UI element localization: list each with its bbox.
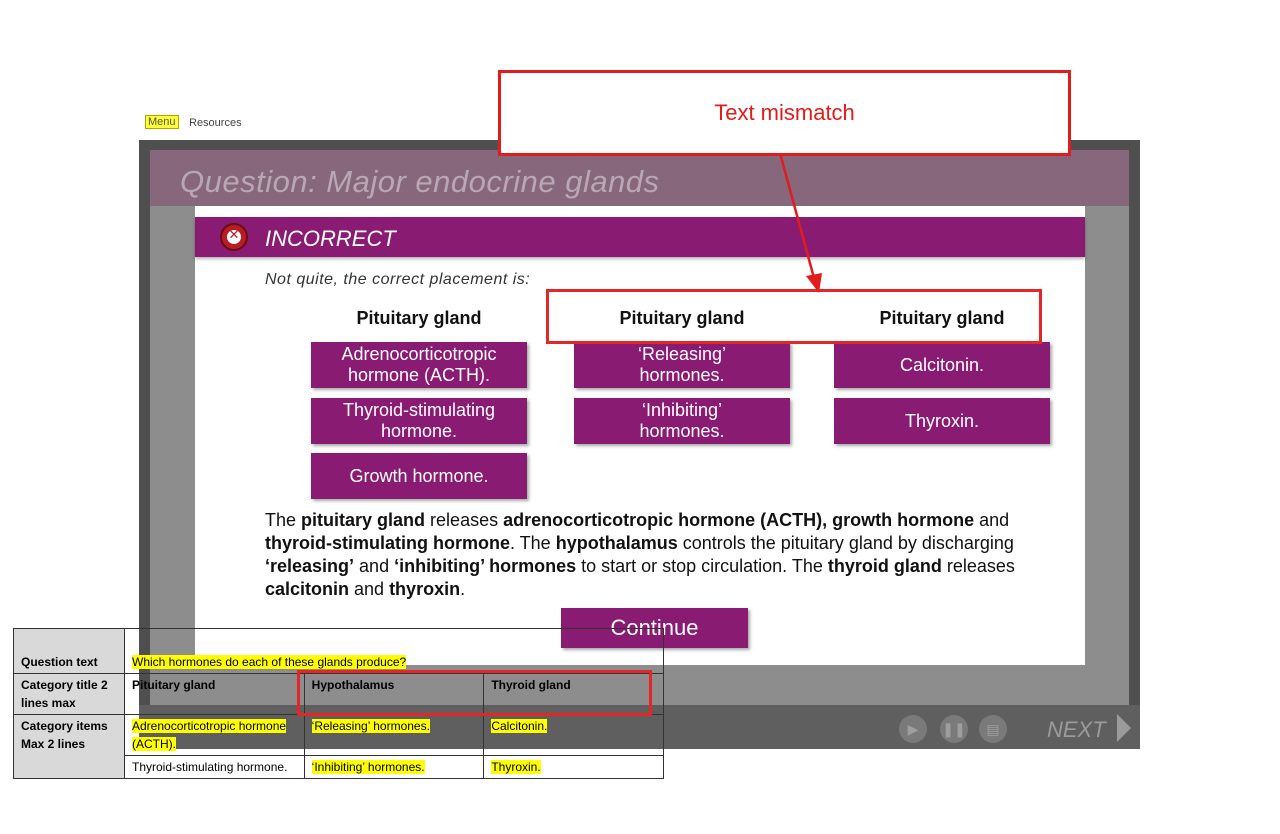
- menu-link[interactable]: Menu: [145, 115, 179, 129]
- question-text-value: Which hormones do each of these glands p…: [132, 655, 407, 669]
- category-item: ‘Inhibiting’ hormones.: [311, 760, 425, 774]
- feedback-dialog: ✕ INCORRECT Not quite, the correct place…: [195, 206, 1085, 665]
- feedback-text: The pituitary gland releases adrenocorti…: [265, 509, 1035, 601]
- feedback-segment: releases: [941, 556, 1015, 576]
- feedback-segment: . The: [510, 533, 556, 553]
- feedback-segment: and: [354, 556, 395, 576]
- category-item-cell: ‘Releasing’ hormones.: [303, 714, 485, 756]
- feedback-segment: .: [460, 579, 466, 599]
- annotation-callout: Text mismatch: [498, 70, 1071, 156]
- answer-tile: Adrenocorticotropic hormone (ACTH).: [311, 342, 527, 388]
- feedback-segment: ‘inhibiting’ hormones: [394, 556, 577, 576]
- mismatch-highlight-box: [546, 289, 1042, 344]
- category-item: ‘Releasing’ hormones.: [311, 719, 430, 733]
- category-item-cell: Thyroid-stimulating hormone.: [124, 755, 305, 779]
- mismatch-highlight-box: [297, 670, 652, 716]
- category-item: Adrenocorticotropic hormone (ACTH).: [132, 719, 287, 751]
- answer-tile: ‘Inhibiting’ hormones.: [574, 398, 790, 444]
- category-title-cell: Pituitary gland: [124, 673, 305, 715]
- feedback-segment: and: [349, 579, 390, 599]
- feedback-segment: releases: [425, 510, 504, 530]
- feedback-segment: controls the pituitary gland by discharg…: [677, 533, 1014, 553]
- feedback-segment: hypothalamus: [555, 533, 678, 553]
- column-heading: Pituitary gland: [356, 308, 482, 328]
- feedback-segment: pituitary gland: [301, 510, 426, 530]
- status-label: INCORRECT: [265, 226, 396, 251]
- answer-tile: Growth hormone.: [311, 453, 527, 499]
- feedback-segment: calcitonin: [265, 579, 350, 599]
- category-title-label: Category title 2 lines max: [13, 673, 125, 715]
- pause-icon[interactable]: ❚❚: [940, 715, 968, 743]
- resources-link[interactable]: Resources: [189, 117, 242, 129]
- feedback-segment: thyroid-stimulating hormone: [265, 533, 510, 553]
- question-text-label: Question text: [13, 628, 125, 674]
- feedback-segment: thyroid gland: [827, 556, 942, 576]
- answer-tile: Thyroid-stimulating hormone.: [311, 398, 527, 444]
- feedback-segment: adrenocorticotropic hormone (ACTH), grow…: [503, 510, 975, 530]
- feedback-segment: ‘releasing’: [265, 556, 355, 576]
- title-band: Question: Major endocrine glands: [150, 150, 1129, 206]
- slide-title: Question: Major endocrine glands: [180, 164, 660, 199]
- status-bar: ✕ INCORRECT: [195, 217, 1085, 257]
- next-arrow-icon[interactable]: [1117, 714, 1131, 742]
- category-items-label: Category items Max 2 lines: [13, 714, 125, 779]
- incorrect-icon: ✕: [220, 223, 248, 251]
- feedback-segment: to start or stop circulation. The: [576, 556, 828, 576]
- answer-tile: ‘Releasing’ hormones.: [574, 342, 790, 388]
- feedback-segment: thyroxin: [389, 579, 461, 599]
- captions-icon[interactable]: ▤: [979, 715, 1007, 743]
- feedback-segment: and: [974, 510, 1010, 530]
- feedback-segment: The: [265, 510, 302, 530]
- category-item-cell: Adrenocorticotropic hormone (ACTH).: [124, 714, 305, 756]
- category-item-cell: ‘Inhibiting’ hormones.: [303, 755, 485, 779]
- category-item-cell: Calcitonin.: [483, 714, 664, 756]
- question-text-cell: Which hormones do each of these glands p…: [124, 628, 664, 674]
- category-item-cell: Thyroxin.: [483, 755, 664, 779]
- category-item: Thyroid-stimulating hormone.: [132, 760, 288, 774]
- next-button[interactable]: NEXT: [1047, 717, 1106, 743]
- annotation-text: Text mismatch: [714, 100, 855, 125]
- answer-tile: Calcitonin.: [834, 342, 1050, 388]
- play-icon[interactable]: ▶: [899, 715, 927, 743]
- dialog-subtitle: Not quite, the correct placement is:: [265, 271, 531, 288]
- category-item: Calcitonin.: [491, 719, 548, 733]
- category-item: Thyroxin.: [491, 760, 541, 774]
- answer-tile: Thyroxin.: [834, 398, 1050, 444]
